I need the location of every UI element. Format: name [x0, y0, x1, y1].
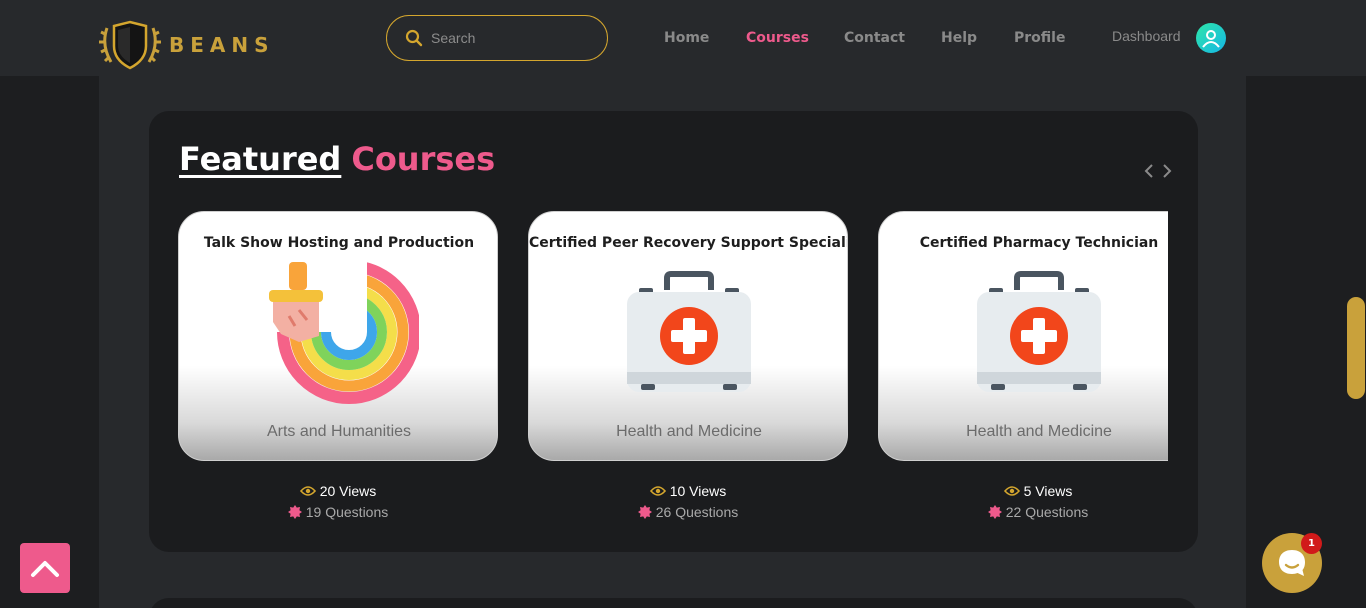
- section-title: Featured Courses: [179, 140, 495, 178]
- course-category: Health and Medicine: [616, 423, 762, 440]
- course-questions: 22 Questions: [878, 504, 1168, 520]
- eye-icon: [299, 486, 316, 496]
- dashboard-link[interactable]: Dashboard: [1112, 28, 1181, 44]
- carousel-arrows: [1142, 160, 1174, 182]
- user-avatar[interactable]: [1196, 23, 1226, 53]
- course-category: Arts and Humanities: [266, 423, 412, 440]
- course-views: 10 Views: [528, 483, 848, 499]
- first-aid-kit-icon: [977, 271, 1101, 392]
- title-featured: Featured: [179, 140, 342, 178]
- badge-star-icon: [987, 505, 1002, 519]
- views-count: 10 Views: [669, 483, 727, 499]
- course-card[interactable]: Certified Peer Recovery Support Speciali…: [528, 211, 848, 461]
- nav-contact[interactable]: Contact: [844, 30, 905, 46]
- search-input[interactable]: [431, 30, 581, 46]
- course-questions: 19 Questions: [178, 504, 498, 520]
- nav-home[interactable]: Home: [664, 30, 709, 46]
- course-card-wrapper: Certified Peer Recovery Support Speciali…: [528, 211, 848, 531]
- course-title: Certified Pharmacy Technician: [919, 235, 1159, 251]
- carousel-next-button[interactable]: [1160, 160, 1174, 182]
- nav-help[interactable]: Help: [941, 30, 977, 46]
- brand-logo[interactable]: BEANS: [99, 18, 289, 72]
- search-box[interactable]: [386, 15, 608, 61]
- chat-bubble-icon: [1279, 550, 1305, 576]
- chevron-right-icon: [1163, 164, 1172, 178]
- course-category: Health and Medicine: [966, 423, 1112, 440]
- paint-brush-rainbow-icon: [269, 260, 419, 404]
- course-title: Talk Show Hosting and Production: [203, 235, 475, 251]
- course-questions: 26 Questions: [528, 504, 848, 520]
- course-card[interactable]: Talk Show Hosting and Production Arts an…: [178, 211, 498, 461]
- chevron-left-icon: [1144, 164, 1153, 178]
- next-section-panel: [149, 598, 1198, 608]
- nav-profile[interactable]: Profile: [1014, 30, 1065, 46]
- brand-name: BEANS: [169, 33, 275, 57]
- questions-count: 26 Questions: [655, 504, 739, 520]
- user-icon: [1202, 30, 1220, 48]
- chat-notification-badge: 1: [1301, 533, 1322, 554]
- top-header: BEANS Home Courses Contact Help Profile …: [0, 0, 1366, 76]
- scroll-to-top-button[interactable]: [20, 543, 70, 593]
- search-icon: [405, 29, 423, 47]
- eye-icon: [649, 486, 666, 496]
- badge-star-icon: [637, 505, 652, 519]
- course-carousel: Talk Show Hosting and Production Arts an…: [178, 211, 1168, 531]
- course-card-wrapper: Talk Show Hosting and Production Arts an…: [178, 211, 498, 531]
- questions-count: 19 Questions: [305, 504, 389, 520]
- course-views: 5 Views: [878, 483, 1168, 499]
- views-count: 20 Views: [319, 483, 377, 499]
- title-courses: Courses: [351, 140, 496, 178]
- course-card-wrapper: Certified Pharmacy Technician Health and…: [878, 211, 1168, 531]
- nav-courses[interactable]: Courses: [746, 30, 809, 46]
- eye-icon: [1003, 486, 1020, 496]
- shield-laurel-icon: [99, 20, 161, 70]
- course-title: Certified Peer Recovery Support Speciali…: [529, 235, 848, 251]
- course-card[interactable]: Certified Pharmacy Technician Health and…: [878, 211, 1168, 461]
- views-count: 5 Views: [1023, 483, 1073, 499]
- chevron-up-icon: [31, 561, 59, 577]
- questions-count: 22 Questions: [1005, 504, 1089, 520]
- first-aid-kit-icon: [627, 271, 751, 392]
- carousel-prev-button[interactable]: [1142, 160, 1156, 182]
- scrollbar-thumb[interactable]: [1347, 297, 1365, 399]
- course-views: 20 Views: [178, 483, 498, 499]
- badge-star-icon: [287, 505, 302, 519]
